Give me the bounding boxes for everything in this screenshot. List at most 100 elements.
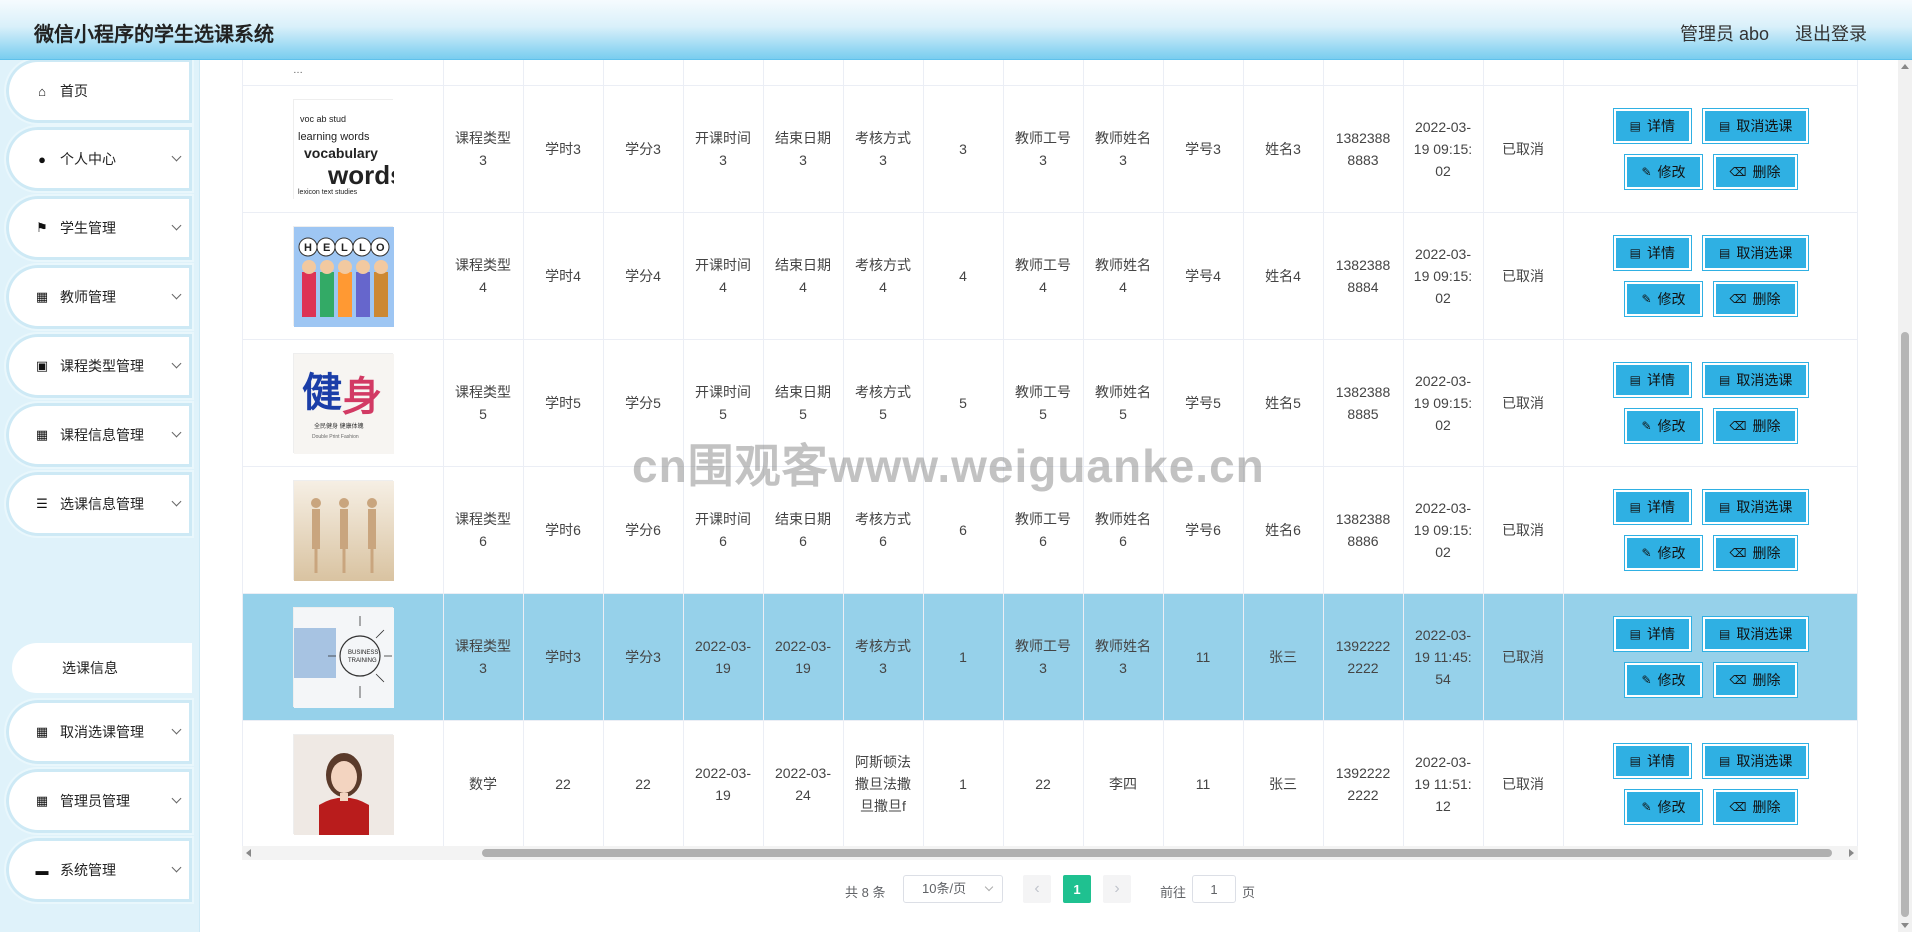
course-image[interactable]: BUSINESS TRAINING [292, 606, 394, 708]
cancel-enrollment-button[interactable]: ▤ 取消选课 [1701, 361, 1810, 398]
svg-text:健: 健 [302, 370, 342, 415]
horizontal-scrollbar[interactable] [242, 846, 1858, 860]
table-cell: 开课时间3 [683, 85, 764, 213]
cancel-enrollment-button[interactable]: ▤ 取消选课 [1701, 488, 1810, 525]
table-cell: 课程类型6 [443, 466, 524, 594]
edit-label: 修改 [1657, 290, 1686, 307]
table-cell: 阿斯顿法撒旦法撒旦撒旦f [843, 720, 924, 848]
detail-button[interactable]: ▤ 详情 [1612, 107, 1693, 144]
sidebar-item-label: 课程信息管理 [60, 427, 144, 443]
delete-button[interactable]: ⌫ 删除 [1712, 788, 1798, 825]
detail-button[interactable]: ▤ 详情 [1612, 742, 1693, 779]
scrollbar-thumb[interactable] [482, 849, 1832, 857]
table-row[interactable]: BUSINESS TRAINING 课程类型3 学时3 学分3 2022-03-19 202… [243, 593, 1857, 721]
sidebar-item-teachers[interactable]: ▦ 教师管理 [6, 265, 192, 329]
table-row[interactable]: 健身全民健身 健康体魄 Double Print Fashion 课程类型5 学时5 学… [243, 339, 1857, 467]
detail-label: 详情 [1647, 117, 1675, 134]
table-cell: 2022-03-19 09:15:02 [1403, 212, 1484, 340]
sidebar-item-admins[interactable]: ▦ 管理员管理 [6, 769, 192, 833]
sidebar-item-students[interactable]: ⚑ 学生管理 [6, 196, 192, 260]
cancel-enrollment-button[interactable]: ▤ 取消选课 [1701, 615, 1810, 652]
logout-link[interactable]: 退出登录 [1795, 20, 1867, 46]
delete-label: 删除 [1752, 163, 1781, 180]
current-user: 管理员 abo [1680, 24, 1770, 44]
sidebar-subitem-label: 选课信息 [62, 660, 118, 676]
top-header: 微信小程序的学生选课系统 管理员 abo 退出登录 [0, 0, 1912, 60]
sidebar-item-profile[interactable]: ● 个人中心 [6, 127, 192, 191]
sidebar-item-label: 学生管理 [60, 220, 116, 236]
page-jump-input[interactable] [1192, 875, 1236, 903]
vertical-scrollbar[interactable] [1898, 60, 1912, 932]
course-image[interactable] [292, 733, 394, 835]
table-cell: 学号3 [1163, 85, 1244, 213]
sidebar-item-cancel-enrollment[interactable]: ▦ 取消选课管理 [6, 700, 192, 764]
table-row[interactable]: 数学 22 22 2022-03-19 2022-03-24 阿斯顿法撒旦法撒旦撒旦f 1 2… [243, 720, 1857, 848]
page-size-select[interactable]: 10条/页 [903, 875, 1003, 903]
table-row[interactable]: voc ab stud learning words vocabularywords… [243, 85, 1857, 213]
prev-page-button[interactable]: ‹ [1023, 875, 1051, 903]
delete-button[interactable]: ⌫ 删除 [1712, 280, 1798, 317]
cancel-enrollment-button[interactable]: ▤ 取消选课 [1701, 742, 1810, 779]
table-cell: … [243, 60, 444, 86]
table-cell: 2022-03-19 [683, 593, 764, 721]
sidebar-subitem-enrollment-info[interactable]: 选课信息 [12, 643, 192, 693]
edit-button[interactable]: ✎ 修改 [1624, 407, 1703, 444]
edit-button[interactable]: ✎ 修改 [1624, 280, 1703, 317]
table-cell: 张三 [1243, 593, 1324, 721]
table-cell: 学时4 [523, 212, 604, 340]
scroll-right-icon[interactable] [1849, 849, 1854, 857]
next-page-button[interactable]: › [1103, 875, 1131, 903]
table-cell-actions: ▤ 详情 ▤ 取消选课 ✎ 修改 ⌫ 删除 [1563, 593, 1857, 721]
trash-icon: ⌫ [1729, 799, 1747, 814]
course-image[interactable]: HELLO [292, 225, 394, 327]
sidebar-item-label: 系统管理 [60, 862, 116, 878]
table-row[interactable]: 课程类型6 学时6 学分6 开课时间6 结束日期6 考核方式6 6 教师工号6 教师姓名6 学号6… [243, 466, 1857, 594]
grid-icon: ▦ [35, 793, 49, 808]
delete-button[interactable]: ⌫ 删除 [1712, 407, 1798, 444]
page-number-active[interactable]: 1 [1063, 875, 1091, 903]
edit-button[interactable]: ✎ 修改 [1624, 153, 1703, 190]
cancel-enrollment-button[interactable]: ▤ 取消选课 [1701, 107, 1810, 144]
table-cell: 已取消 [1483, 339, 1564, 467]
detail-button[interactable]: ▤ 详情 [1612, 361, 1693, 398]
main-content: … voc ab stud learning words vocabulary wor… [200, 60, 1912, 932]
detail-label: 详情 [1647, 498, 1675, 515]
sidebar-item-course-types[interactable]: ▣ 课程类型管理 [6, 334, 192, 398]
table-cell: 4 [923, 212, 1004, 340]
table-cell: 教师工号3 [1003, 593, 1084, 721]
table-cell: 教师工号6 [1003, 466, 1084, 594]
table-cell: 学分3 [603, 85, 684, 213]
scrollbar-thumb[interactable] [1901, 332, 1909, 917]
detail-button[interactable]: ▤ 详情 [1612, 488, 1693, 525]
course-image[interactable]: voc ab stud learning words vocabularywords… [292, 98, 404, 200]
scroll-down-icon[interactable] [1901, 923, 1909, 928]
delete-button[interactable]: ⌫ 删除 [1712, 661, 1798, 698]
sidebar-item-system[interactable]: ▬ 系统管理 [6, 838, 192, 902]
course-image[interactable] [292, 479, 394, 581]
table-cell: 结束日期3 [763, 85, 844, 213]
delete-button[interactable]: ⌫ 删除 [1712, 534, 1798, 571]
edit-button[interactable]: ✎ 修改 [1624, 788, 1703, 825]
table-cell: 5 [923, 339, 1004, 467]
list-icon: ☰ [36, 496, 48, 511]
edit-button[interactable]: ✎ 修改 [1624, 534, 1703, 571]
cancel-enrollment-button[interactable]: ▤ 取消选课 [1701, 234, 1810, 271]
sidebar-item-home[interactable]: ⌂ 首页 [6, 60, 192, 123]
table-cell: 13823888884 [1323, 212, 1404, 340]
delete-button[interactable]: ⌫ 删除 [1712, 153, 1798, 190]
table-cell: 数学 [443, 720, 524, 848]
sidebar-item-enrollment[interactable]: ☰ 选课信息管理 [6, 472, 192, 536]
sidebar-item-course-info[interactable]: ▦ 课程信息管理 [6, 403, 192, 467]
table-cell-actions: ▤ 详情 ▤ 取消选课 ✎ 修改 ⌫ 删除 [1563, 720, 1857, 848]
table-row[interactable]: H E L L O 课程类型4 学时4 学分4 开课时间4 结束日期4 考核方式4 4 教师工号4 教师姓… [243, 212, 1857, 340]
chevron-down-icon [171, 793, 182, 804]
document-icon: ▤ [1719, 245, 1731, 260]
table-cell: 学时3 [523, 85, 604, 213]
course-image[interactable]: 健身全民健身 健康体魄 Double Print Fashion [292, 352, 394, 454]
scroll-up-icon[interactable] [1901, 64, 1909, 69]
edit-button[interactable]: ✎ 修改 [1624, 661, 1703, 698]
scroll-left-icon[interactable] [246, 849, 251, 857]
table-row-partial: … [243, 60, 1857, 86]
detail-button[interactable]: ▤ 详情 [1612, 234, 1693, 271]
detail-button[interactable]: ▤ 详情 [1612, 615, 1693, 652]
